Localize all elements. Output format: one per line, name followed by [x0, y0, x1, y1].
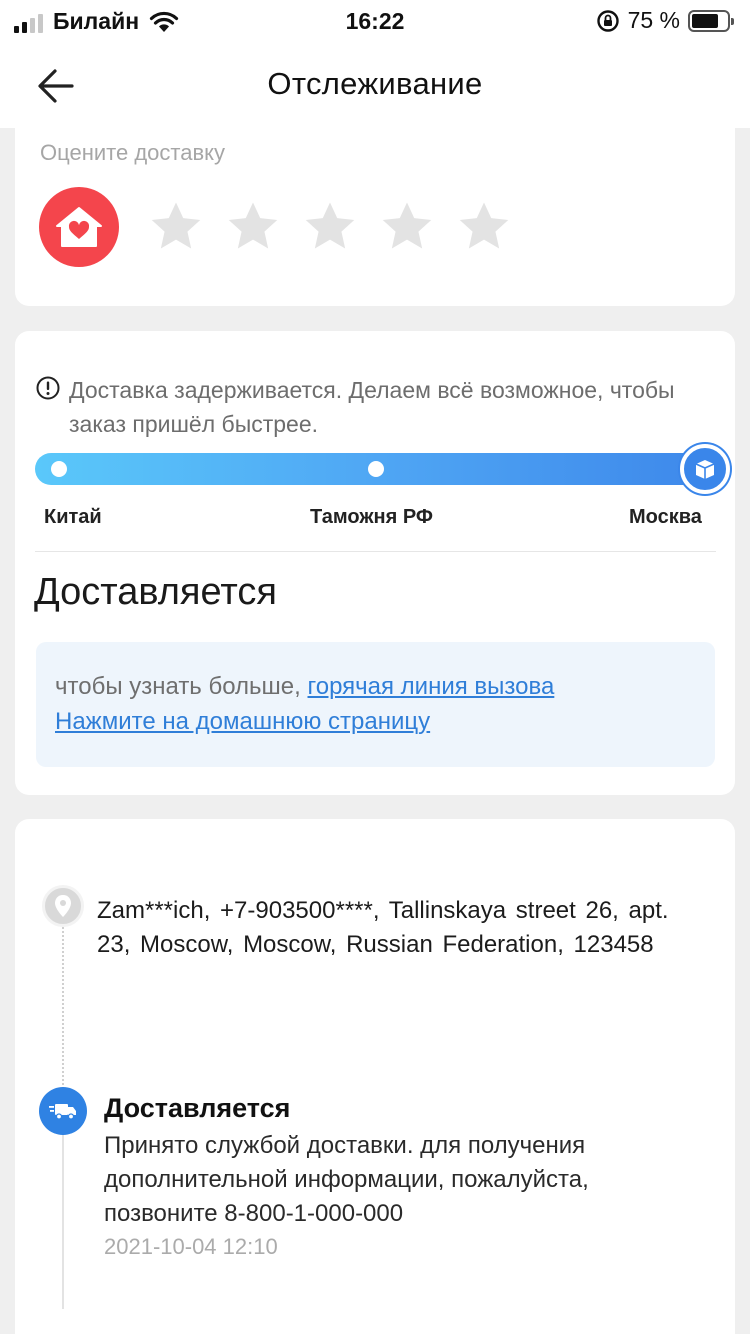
- delivery-address: Zam***ich, +7-903500****, Tallinskaya st…: [97, 897, 669, 958]
- package-icon: [695, 460, 715, 479]
- truck-icon: [49, 1104, 76, 1120]
- star-icon-3[interactable]: [302, 199, 358, 255]
- star-icon-5[interactable]: [456, 199, 512, 255]
- stage-label-china: Китай: [44, 506, 102, 528]
- star-icon-2[interactable]: [225, 199, 281, 255]
- info-icon: [36, 376, 60, 400]
- star-icon-4[interactable]: [379, 199, 435, 255]
- hotline-link[interactable]: горячая линия вызова: [308, 673, 555, 700]
- route-progress-bar: [35, 453, 725, 485]
- timeline-connector-solid: [62, 1109, 64, 1309]
- status-bar: Билайн 16:22 75 %: [0, 0, 750, 44]
- rotation-lock-icon: [596, 9, 619, 32]
- help-box: чтобы узнать больше, горячая линия вызов…: [36, 642, 715, 767]
- home-page-link[interactable]: Нажмите на домашнюю страницу: [55, 708, 430, 735]
- rating-label: Оцените доставку: [40, 140, 226, 165]
- location-pin-icon: [55, 895, 71, 917]
- event-timestamp: 2021-10-04 12:10: [104, 1234, 278, 1259]
- event-title: Доставляется: [104, 1093, 291, 1123]
- stage-dot-customs: [368, 461, 384, 477]
- delivery-avatar: [39, 187, 119, 267]
- star-icon-1[interactable]: [148, 199, 204, 255]
- stage-dot-china: [51, 461, 67, 477]
- rating-card: Оцените доставку: [15, 110, 735, 306]
- delay-message: Доставка задерживается. Делаем всё возмо…: [69, 377, 675, 437]
- event-description: Принято службой доставки. для получения …: [104, 1132, 589, 1227]
- current-stage-marker: [680, 444, 730, 494]
- battery-percentage: 75 %: [627, 7, 680, 33]
- home-heart-icon: [56, 207, 102, 247]
- tracking-timeline-card: Zam***ich, +7-903500****, Tallinskaya st…: [15, 819, 735, 1334]
- star-rating: [148, 199, 512, 255]
- address-marker: [42, 885, 84, 927]
- battery-level: [692, 13, 718, 28]
- stage-label-moscow: Москва: [629, 506, 702, 528]
- event-marker: [39, 1087, 87, 1135]
- delivery-status-card: Доставка задерживается. Делаем всё возмо…: [15, 331, 735, 795]
- battery-icon: [688, 9, 734, 32]
- stage-label-customs: Таможня РФ: [310, 506, 433, 528]
- status-right: 75 %: [596, 7, 734, 34]
- divider: [35, 551, 716, 552]
- delay-notice: Доставка задерживается. Делаем всё возмо…: [36, 373, 689, 441]
- delivery-status-heading: Доставляется: [34, 571, 277, 613]
- page-title: Отслеживание: [267, 66, 483, 101]
- help-text: чтобы узнать больше,: [55, 673, 301, 700]
